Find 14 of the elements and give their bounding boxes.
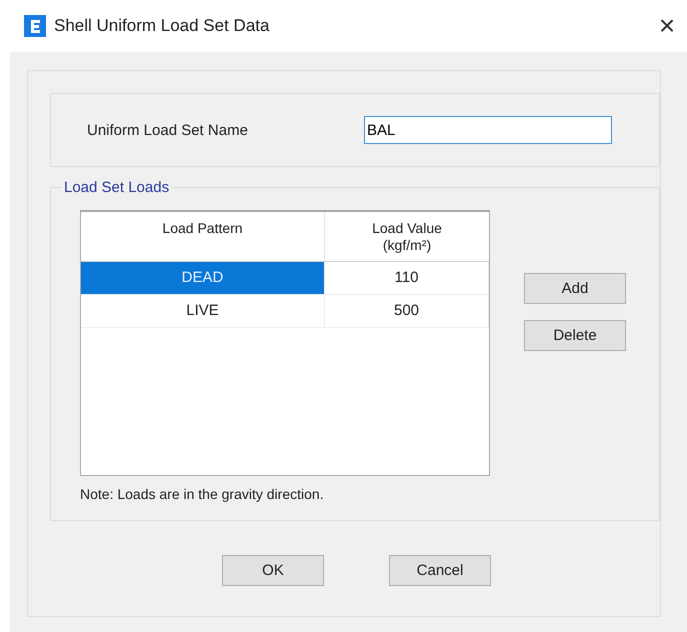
table-cell[interactable]: DEAD (81, 262, 325, 295)
name-input-field[interactable]: BAL (364, 116, 612, 144)
app-logo-icon (24, 15, 46, 37)
field-label: Uniform Load Set Name (87, 122, 249, 138)
table-cell[interactable]: 110 (325, 262, 489, 295)
note-text: Note: Loads are in the gravity direction. (80, 486, 325, 502)
window-title: Shell Uniform Load Set Data (54, 16, 270, 36)
close-button[interactable]: × (647, 10, 687, 42)
dialog-button[interactable]: Cancel (389, 555, 491, 586)
table-cell[interactable]: LIVE (81, 295, 325, 328)
side-button[interactable]: Delete (524, 320, 626, 351)
table-cell[interactable]: 500 (325, 295, 489, 328)
side-button[interactable]: Add (524, 273, 626, 304)
dialog-button[interactable]: OK (222, 555, 324, 586)
